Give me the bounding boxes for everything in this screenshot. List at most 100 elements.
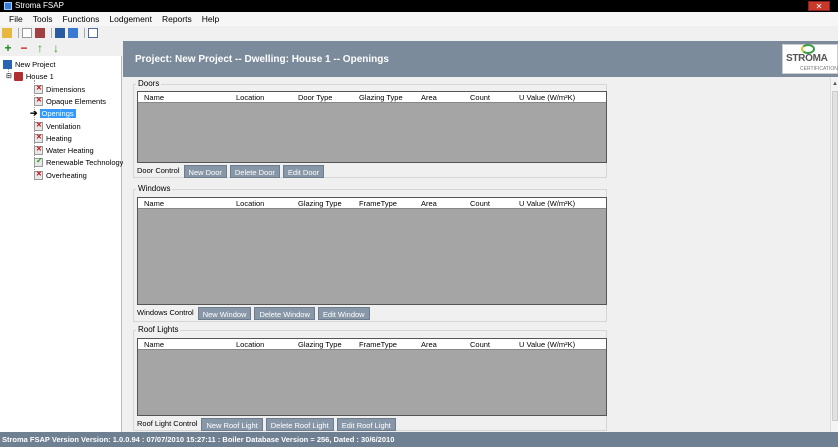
column-header-count[interactable]: Count — [470, 93, 490, 102]
title-bar: Stroma FSAP — [0, 0, 838, 12]
column-header-count[interactable]: Count — [470, 340, 490, 349]
new-window-button[interactable]: New Window — [197, 306, 252, 320]
move-down-icon[interactable]: ↓ — [50, 42, 62, 54]
project-icon — [3, 59, 12, 69]
column-header-u-value[interactable]: U Value (W/m²K) — [519, 93, 575, 102]
house-icon — [13, 71, 23, 81]
column-header-location[interactable]: Location — [236, 340, 264, 349]
new-document-icon[interactable] — [22, 28, 32, 38]
tree-item-dimensions[interactable]: Dimensions — [34, 83, 85, 95]
tree-item-house[interactable]: ⊟ House 1 — [6, 70, 54, 82]
delete-roof-light-button[interactable]: Delete Roof Light — [265, 417, 334, 431]
menu-help[interactable]: Help — [197, 12, 224, 26]
edit-window-button[interactable]: Edit Window — [317, 306, 370, 320]
new-roof-light-button[interactable]: New Roof Light — [201, 417, 263, 431]
column-header-door-type[interactable]: Door Type — [298, 93, 332, 102]
delete-door-button[interactable]: Delete Door — [229, 164, 280, 178]
edit-door-button[interactable]: Edit Door — [282, 164, 325, 178]
scroll-up-icon[interactable]: ▲ — [832, 81, 838, 87]
logo-subtitle: CERTIFICATION — [800, 66, 838, 72]
windows-control-bar: Windows Control New Window Delete Window… — [134, 306, 608, 320]
column-header-name[interactable]: Name — [144, 93, 164, 102]
column-header-area[interactable]: Area — [421, 340, 437, 349]
stroma-logo: STROMA CERTIFICATION — [782, 44, 838, 74]
tree-item-label: Ventilation — [46, 121, 81, 131]
doors-group-label: Doors — [136, 79, 162, 88]
column-header-glazing-type[interactable]: Glazing Type — [359, 93, 403, 102]
column-header-frame-type[interactable]: FrameType — [359, 199, 397, 208]
delete-window-button[interactable]: Delete Window — [254, 306, 315, 320]
move-up-icon[interactable]: ↑ — [34, 42, 46, 54]
tree-item-openings[interactable]: ➔ Openings — [30, 107, 76, 119]
app-icon — [4, 2, 12, 10]
door-control-bar: Door Control New Door Delete Door Edit D… — [134, 164, 608, 178]
page-header: Project: New Project -- Dwelling: House … — [123, 41, 838, 77]
windows-grid-header: Name Location Glazing Type FrameType Are… — [138, 198, 606, 209]
roof-light-control-label: Roof Light Control — [137, 419, 198, 428]
tree-item-label: Opaque Elements — [46, 96, 107, 106]
toolbar-divider — [51, 28, 52, 38]
roof-light-control-bar: Roof Light Control New Roof Light Delete… — [134, 417, 608, 431]
tree-item-ventilation[interactable]: Ventilation — [34, 120, 81, 132]
menu-tools[interactable]: Tools — [28, 12, 58, 26]
column-header-name[interactable]: Name — [144, 340, 164, 349]
tree-item-overheating[interactable]: Overheating — [34, 169, 87, 181]
roof-lights-grid[interactable]: Name Location Glazing Type FrameType Are… — [137, 338, 607, 416]
tree-item-opaque-elements[interactable]: Opaque Elements — [34, 95, 106, 107]
window-title: Stroma FSAP — [15, 1, 64, 10]
column-header-location[interactable]: Location — [236, 93, 264, 102]
roof-lights-group-label: Roof Lights — [136, 325, 181, 334]
tree-toolbar: + − ↑ ↓ — [0, 41, 122, 55]
status-bar: Stroma FSAP Version Version: 1.0.0.94 : … — [0, 432, 838, 447]
column-header-u-value[interactable]: U Value (W/m²K) — [519, 199, 575, 208]
doors-grid[interactable]: Name Location Door Type Glazing Type Are… — [137, 91, 607, 163]
column-header-location[interactable]: Location — [236, 199, 264, 208]
close-window-button[interactable]: ✕ — [808, 1, 830, 11]
edit-roof-light-button[interactable]: Edit Roof Light — [336, 417, 396, 431]
incomplete-icon — [34, 145, 43, 155]
menu-lodgement[interactable]: Lodgement — [104, 12, 157, 26]
column-header-glazing-type[interactable]: Glazing Type — [298, 199, 342, 208]
column-header-area[interactable]: Area — [421, 93, 437, 102]
remove-icon[interactable]: − — [18, 42, 30, 54]
column-header-frame-type[interactable]: FrameType — [359, 340, 397, 349]
column-header-u-value[interactable]: U Value (W/m²K) — [519, 340, 575, 349]
tree-item-label: Heating — [46, 133, 72, 143]
house-icon[interactable] — [35, 28, 45, 38]
incomplete-icon — [34, 133, 43, 143]
doors-grid-header: Name Location Door Type Glazing Type Are… — [138, 92, 606, 103]
scrollbar-thumb[interactable] — [832, 91, 838, 421]
open-folder-icon[interactable] — [2, 28, 12, 38]
page-title: Project: New Project -- Dwelling: House … — [135, 54, 389, 65]
doors-group: Doors Name Location Door Type Glazing Ty… — [133, 79, 608, 178]
collapse-icon[interactable]: ⊟ — [6, 72, 12, 80]
column-header-area[interactable]: Area — [421, 199, 437, 208]
add-icon[interactable]: + — [2, 42, 14, 54]
menu-bar: File Tools Functions Lodgement Reports H… — [0, 12, 838, 26]
save-all-icon[interactable] — [68, 28, 78, 38]
tree-item-water-heating[interactable]: Water Heating — [34, 144, 94, 156]
tree-item-project[interactable]: New Project — [3, 58, 55, 70]
incomplete-icon — [34, 121, 43, 131]
logo-text: STROMA — [786, 53, 828, 64]
arrow-right-icon: ➔ — [30, 107, 38, 118]
door-control-label: Door Control — [137, 166, 180, 175]
roof-lights-group: Roof Lights Name Location Glazing Type F… — [133, 325, 608, 431]
toolbar-divider — [84, 28, 85, 38]
menu-reports[interactable]: Reports — [157, 12, 197, 26]
new-door-button[interactable]: New Door — [183, 164, 227, 178]
menu-functions[interactable]: Functions — [58, 12, 105, 26]
column-header-name[interactable]: Name — [144, 199, 164, 208]
menu-file[interactable]: File — [4, 12, 28, 26]
grid-view-icon[interactable] — [88, 28, 98, 38]
column-header-glazing-type[interactable]: Glazing Type — [298, 340, 342, 349]
tree-item-heating[interactable]: Heating — [34, 132, 72, 144]
windows-grid[interactable]: Name Location Glazing Type FrameType Are… — [137, 197, 607, 305]
incomplete-icon — [34, 170, 43, 180]
save-icon[interactable] — [55, 28, 65, 38]
tree-item-renewable-technology[interactable]: Renewable Technology — [34, 156, 123, 168]
vertical-scrollbar[interactable]: ▲ — [830, 77, 838, 432]
incomplete-icon — [34, 84, 43, 94]
tree-item-label: Water Heating — [46, 145, 94, 155]
column-header-count[interactable]: Count — [470, 199, 490, 208]
